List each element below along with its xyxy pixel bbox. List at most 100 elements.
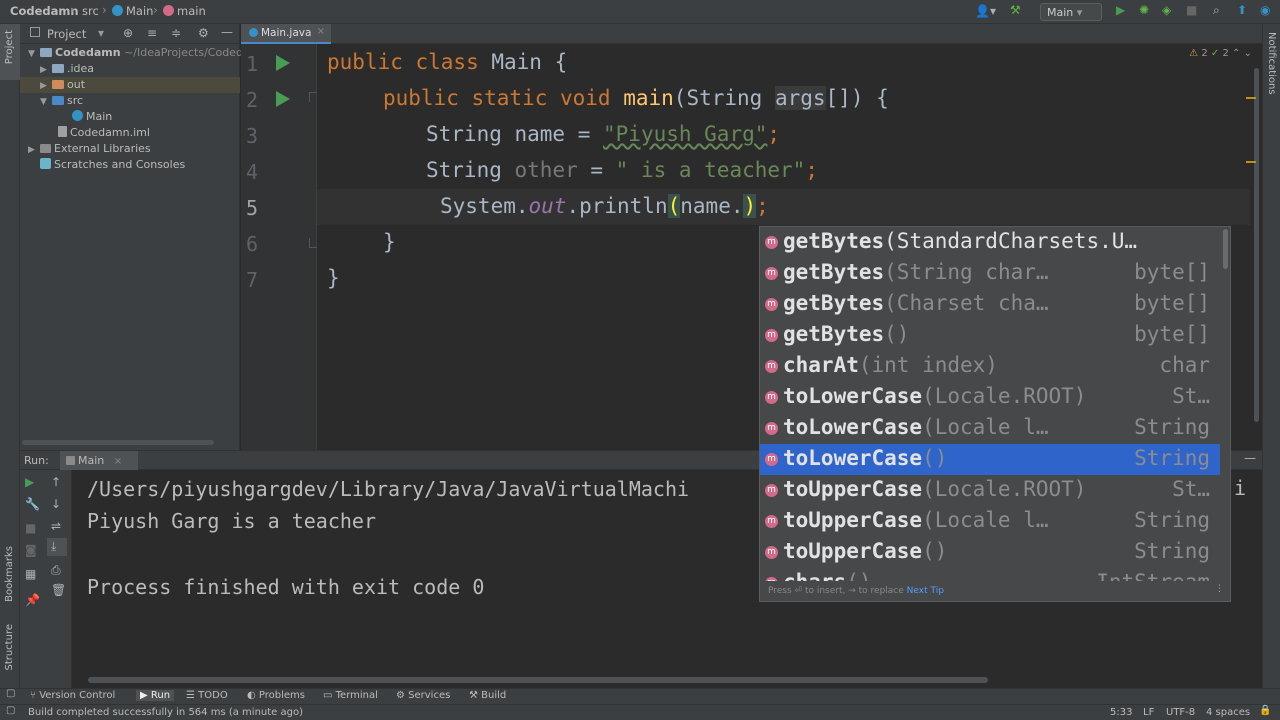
lock-icon[interactable]: 🔒 xyxy=(1259,705,1271,716)
debug-icon[interactable]: ✺ xyxy=(1139,3,1149,17)
hide-icon[interactable]: — xyxy=(221,25,233,39)
chevron-down-icon[interactable]: ▾ xyxy=(98,26,104,40)
tree-item-main[interactable]: Main xyxy=(72,110,112,126)
warning-stripe-mark[interactable] xyxy=(1246,161,1256,163)
run-tab-main[interactable]: Main × xyxy=(60,451,138,470)
camera-icon[interactable]: ◙ xyxy=(25,543,37,557)
scroll-to-end-button[interactable]: ⤓ xyxy=(47,538,67,556)
minimize-icon[interactable]: — xyxy=(1244,451,1256,465)
tab-build[interactable]: ⚒ Build xyxy=(469,690,506,701)
completion-item[interactable]: m getBytes(Charset cha… byte[] xyxy=(760,289,1220,320)
gear-icon[interactable]: ⚙ xyxy=(198,26,209,40)
tool-windows-icon[interactable]: ▢ xyxy=(6,688,15,699)
tree-item-label: Codedamn.iml xyxy=(70,126,150,139)
tree-item-out[interactable]: ▶ out xyxy=(40,78,85,94)
breadcrumb-class[interactable]: Main xyxy=(112,4,153,18)
tab-main-java[interactable]: Main.java × xyxy=(241,24,331,44)
completion-item[interactable]: m charAt(int index) char xyxy=(760,351,1220,382)
completion-item[interactable]: m getBytes(StandardCharsets.U… xyxy=(760,227,1220,258)
code-line-4: String other = " is a teacher"; xyxy=(426,158,818,182)
completion-item[interactable]: m toUpperCase(Locale.ROOT) St… xyxy=(760,475,1220,506)
tree-item-external-libraries[interactable]: ▶ External Libraries xyxy=(28,142,151,158)
completion-item[interactable]: m toLowerCase(Locale.ROOT) St… xyxy=(760,382,1220,413)
run-method-icon[interactable] xyxy=(276,91,290,107)
chevron-down-icon: ▾ xyxy=(1076,6,1083,19)
run-panel-label: Run: xyxy=(24,454,49,467)
close-icon[interactable]: × xyxy=(114,456,122,467)
completion-method-args: (int index) xyxy=(858,353,998,377)
soft-wrap-icon[interactable]: ⇌ xyxy=(51,519,61,533)
completion-item-name: getBytes(StandardCharsets.U… xyxy=(783,229,1137,253)
rerun-icon[interactable]: ▶ xyxy=(25,475,34,489)
chevron-down-icon[interactable]: ⌄ xyxy=(1244,48,1252,59)
coverage-icon[interactable]: ◈ xyxy=(1162,3,1171,17)
tree-item-codedamn[interactable]: ▼ Codedamn ~/IdeaProjects/Coded xyxy=(28,46,243,62)
status-message[interactable]: Build completed successfully in 564 ms (… xyxy=(28,707,303,718)
popup-scrollbar[interactable] xyxy=(1223,229,1228,269)
tab-run[interactable]: ▶ Run xyxy=(136,690,175,701)
run-config-select[interactable]: Main ▾ xyxy=(1040,3,1102,21)
chevron-up-icon[interactable]: ⌃ xyxy=(1232,48,1240,59)
arrow-up-icon[interactable]: ↑ xyxy=(51,475,61,489)
breadcrumb-separator: › xyxy=(102,3,107,17)
breadcrumb-method[interactable]: main xyxy=(163,4,206,18)
notifications-stripe-button[interactable]: Notifications xyxy=(1266,32,1277,95)
breadcrumb-src[interactable]: src xyxy=(82,4,99,18)
collapse-all-icon[interactable]: ≑ xyxy=(171,26,181,40)
run-class-icon[interactable] xyxy=(276,55,290,71)
user-icon[interactable]: 👤▾ xyxy=(975,4,996,18)
warning-stripe-mark[interactable] xyxy=(1246,97,1256,99)
tree-item-iml[interactable]: Codedamn.iml xyxy=(58,126,150,142)
build-hammer-icon[interactable]: ⚒ xyxy=(1010,3,1021,17)
breadcrumb-method-label: main xyxy=(177,4,206,18)
completion-item[interactable]: m toUpperCase(Locale l… String xyxy=(760,506,1220,537)
inspection-widget[interactable]: ⚠ 2 ✓ 2 ⌃ ⌄ xyxy=(1189,48,1252,59)
project-view-title[interactable]: Project xyxy=(47,27,86,41)
layout-icon[interactable]: ▦ xyxy=(25,567,36,581)
horizontal-scrollbar[interactable] xyxy=(88,677,988,683)
indent-setting[interactable]: 4 spaces xyxy=(1206,707,1250,718)
arrow-down-icon[interactable]: ↓ xyxy=(51,497,61,511)
completion-item[interactable]: m getBytes() byte[] xyxy=(760,320,1220,351)
structure-stripe-button[interactable]: Structure xyxy=(4,624,15,671)
horizontal-scrollbar[interactable] xyxy=(22,440,214,445)
run-icon[interactable]: ▶ xyxy=(1116,3,1125,17)
locate-icon[interactable]: ⊕ xyxy=(123,26,133,40)
next-tip-link[interactable]: Next Tip xyxy=(907,586,944,596)
stop-icon[interactable]: ■ xyxy=(25,521,36,535)
caret-position[interactable]: 5:33 xyxy=(1110,707,1132,718)
vertical-scrollbar[interactable] xyxy=(1254,68,1259,422)
wrench-icon[interactable]: 🔧 xyxy=(25,497,40,511)
tab-services[interactable]: ⚙ Services xyxy=(396,690,450,701)
completion-item-name: toLowerCase(Locale l… xyxy=(783,415,1049,439)
search-icon[interactable]: ⌕ xyxy=(1213,3,1220,18)
completion-item[interactable]: m toLowerCase() String xyxy=(760,444,1220,475)
trash-icon[interactable]: 🗑 xyxy=(51,583,66,597)
close-icon[interactable]: × xyxy=(317,26,325,37)
project-stripe-button[interactable]: Project xyxy=(0,24,20,80)
jetbrains-logo-icon[interactable]: ◉ xyxy=(1260,3,1270,17)
stop-icon[interactable]: ■ xyxy=(1186,3,1197,17)
tree-item-idea[interactable]: ▶ .idea xyxy=(40,62,94,78)
completion-item[interactable]: m toLowerCase(Locale l… String xyxy=(760,413,1220,444)
tab-problems[interactable]: ◐ Problems xyxy=(247,690,305,701)
tab-version-control[interactable]: ⑂ Version Control xyxy=(30,690,115,701)
pin-icon[interactable]: 📌 xyxy=(25,593,40,607)
tab-terminal[interactable]: ▭ Terminal xyxy=(323,690,378,701)
breadcrumb-project[interactable]: Codedamn xyxy=(10,4,79,18)
file-encoding[interactable]: UTF-8 xyxy=(1166,707,1195,718)
completion-item[interactable]: m getBytes(String char… byte[] xyxy=(760,258,1220,289)
tab-todo-label: TODO xyxy=(198,690,228,701)
status-toggle-icon[interactable]: ▢ xyxy=(6,705,15,716)
tree-item-scratches[interactable]: Scratches and Consoles xyxy=(40,158,185,174)
print-icon[interactable]: ⎙ xyxy=(51,563,61,578)
code-token: main xyxy=(623,86,674,110)
update-icon[interactable]: ⬆ xyxy=(1237,3,1247,17)
expand-all-icon[interactable]: ≡ xyxy=(147,26,157,40)
tab-todo[interactable]: ☰ TODO xyxy=(186,690,228,701)
tree-item-src[interactable]: ▼ src xyxy=(40,94,83,110)
completion-item[interactable]: m toUpperCase() String xyxy=(760,537,1220,568)
more-options-icon[interactable]: ⋮ xyxy=(1215,584,1224,594)
bookmarks-stripe-button[interactable]: Bookmarks xyxy=(4,546,15,602)
line-separator[interactable]: LF xyxy=(1143,707,1154,718)
